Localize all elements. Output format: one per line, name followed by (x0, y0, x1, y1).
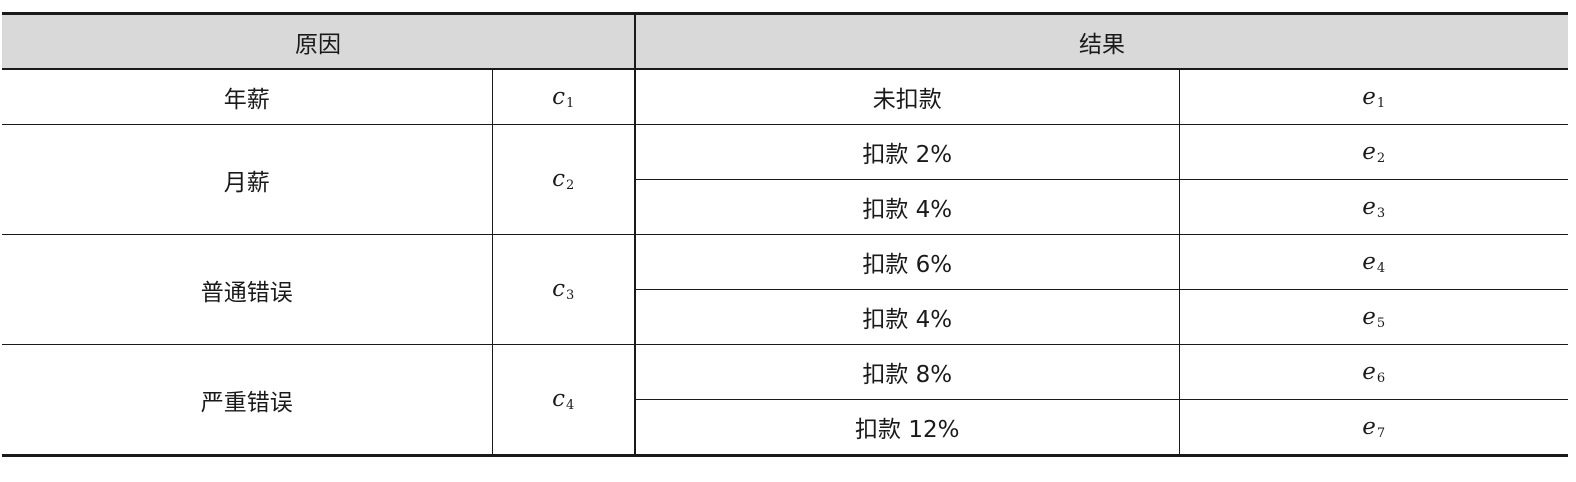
effect-symbol: e1 (1178, 69, 1568, 125)
cause-label: 年薪 (223, 87, 270, 113)
effect-symbol: e5 (1178, 289, 1568, 345)
effect-symbol: e6 (1178, 344, 1568, 400)
header-effect: 结果 (634, 13, 1568, 70)
effect-label: 扣款 4% (634, 179, 1179, 235)
effect-label: 扣款 6% (634, 234, 1179, 290)
table-row: 年薪 c1 未扣款 e1 (2, 69, 1568, 125)
header-row: 原因 结果 (2, 13, 1568, 70)
effect-label: 扣款 8% (634, 344, 1179, 400)
effect-symbol: e2 (1178, 124, 1568, 180)
effect-label: 扣款 4% (634, 289, 1179, 345)
table-row: 普通错误 c3 扣款 6% e4 (2, 234, 1568, 345)
effect-symbol: e7 (1178, 399, 1568, 456)
header-cause: 原因 (2, 13, 635, 70)
cause-label: 普通错误 (2, 234, 492, 345)
table-row: 严重错误 c4 扣款 8% e6 (2, 344, 1568, 456)
cause-symbol: c1 (491, 69, 635, 125)
cause-effect-table: 原因 结果 年薪 c1 未扣款 e1 月薪 c2 扣款 2% e2 扣款 4% … (2, 12, 1568, 457)
table-row: 月薪 c2 扣款 2% e2 (2, 124, 1568, 235)
cause-symbol: c2 (491, 124, 635, 235)
effect-symbol: e4 (1178, 234, 1568, 290)
cause-label: 严重错误 (2, 344, 492, 456)
cause-symbol: c3 (491, 234, 635, 345)
effect-label: 未扣款 (634, 69, 1179, 125)
effect-label: 扣款 2% (634, 124, 1179, 180)
cause-label: 月薪 (2, 124, 492, 235)
effect-label: 扣款 12% (634, 399, 1179, 456)
effect-symbol: e3 (1178, 179, 1568, 235)
cause-symbol: c4 (491, 344, 635, 456)
